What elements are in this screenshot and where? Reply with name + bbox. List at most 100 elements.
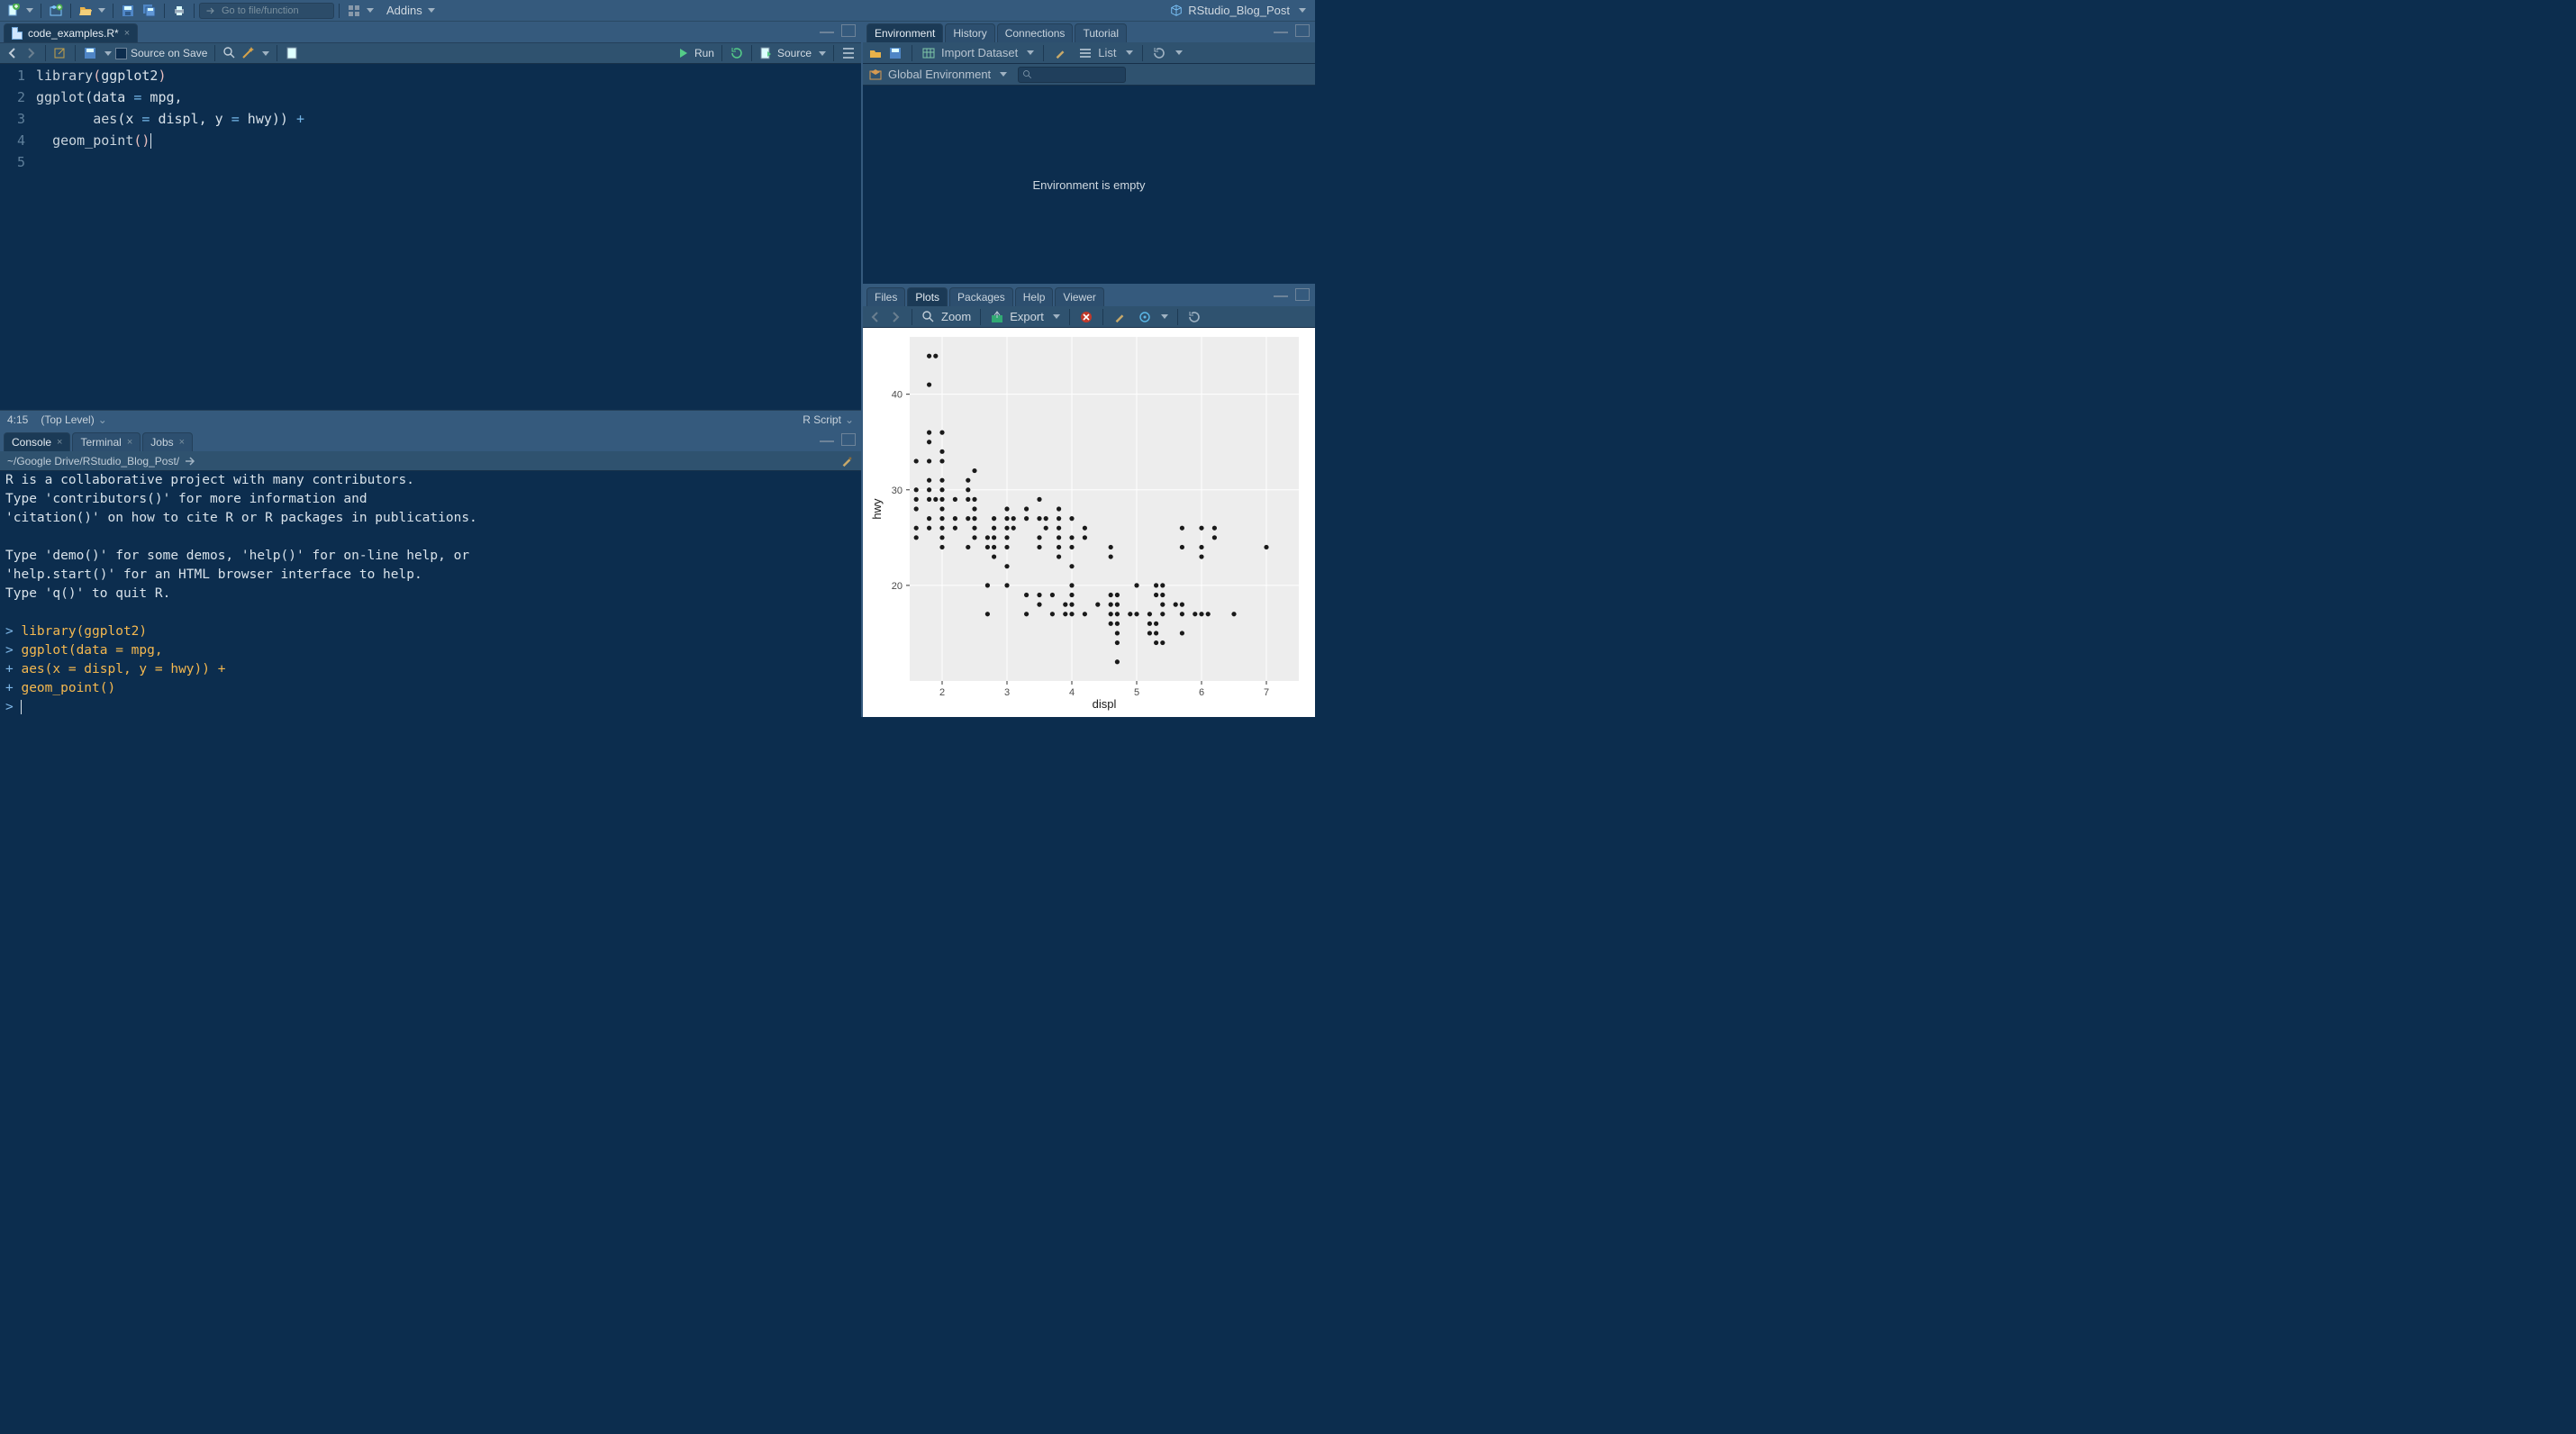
tab-help[interactable]: Help [1015,287,1054,306]
close-tab-icon[interactable]: × [57,437,62,448]
find-icon[interactable] [222,46,237,60]
tab-jobs[interactable]: Jobs× [142,432,193,451]
minimize-pane-icon[interactable] [1274,288,1288,297]
save-workspace-icon[interactable] [888,46,903,60]
tab-files[interactable]: Files [866,287,905,306]
minimize-pane-icon[interactable] [820,24,834,33]
tab-connections[interactable]: Connections [997,23,1074,42]
close-tab-icon[interactable]: × [124,28,130,39]
clear-plots-icon[interactable] [1112,310,1127,324]
refresh-env-icon[interactable] [1152,46,1166,60]
run-button[interactable]: Run [694,47,714,59]
next-plot-icon[interactable] [888,310,903,324]
tab-history[interactable]: History [945,23,994,42]
console-tabbar: Console×Terminal×Jobs× [0,431,861,451]
re-run-icon[interactable] [730,46,744,60]
import-dataset-icon[interactable] [921,46,936,60]
goto-file-input[interactable]: Go to file/function [199,3,334,19]
open-dir-icon[interactable] [183,454,197,468]
forward-icon[interactable] [23,46,38,60]
svg-text:hwy: hwy [870,498,884,520]
r-file-icon [12,27,23,40]
show-in-new-icon[interactable] [53,46,68,60]
plots-tabbar: FilesPlotsPackagesHelpViewer [863,286,1315,306]
addins-menu[interactable]: Addins [384,3,438,18]
svg-text:3: 3 [1004,687,1010,698]
maximize-pane-icon[interactable] [1295,288,1310,301]
close-tab-icon[interactable]: × [127,437,132,448]
list-view-icon[interactable] [1078,46,1093,60]
wand-icon[interactable] [240,46,255,60]
outline-icon[interactable] [841,46,856,60]
source-on-save-label: Source on Save [131,47,207,59]
open-file-button[interactable] [76,3,108,19]
tab-viewer[interactable]: Viewer [1055,287,1103,306]
caret-icon [26,8,33,13]
svg-text:20: 20 [892,581,903,592]
source-on-save-checkbox[interactable] [115,48,127,59]
console-output[interactable]: R is a collaborative project with many c… [0,471,861,717]
export-button[interactable]: Export [1010,310,1044,323]
env-search-input[interactable] [1018,67,1126,83]
save-all-button[interactable] [140,3,159,19]
source-button[interactable]: Source [777,47,812,59]
source-tab[interactable]: code_examples.R* × [4,23,138,42]
maximize-pane-icon[interactable] [1295,24,1310,37]
plot-toolbar: Zoom Export [863,306,1315,328]
tab-tutorial[interactable]: Tutorial [1075,23,1127,42]
minimize-pane-icon[interactable] [1274,24,1288,33]
save-button[interactable] [118,3,138,19]
env-scope-bar: Global Environment [863,64,1315,86]
clear-console-icon[interactable] [839,454,854,468]
svg-text:4: 4 [1069,687,1075,698]
plot-canvas: 234567203040displhwy [868,331,1310,713]
project-icon [1170,5,1183,17]
export-icon[interactable] [990,310,1004,324]
publish-icon[interactable] [1138,310,1152,324]
close-tab-icon[interactable]: × [179,437,185,448]
list-view-button[interactable]: List [1098,46,1116,59]
lang-label[interactable]: R Script [803,413,841,426]
project-menu[interactable]: RStudio_Blog_Post [1170,4,1311,17]
clear-env-icon[interactable] [1053,46,1067,60]
svg-text:30: 30 [892,486,903,496]
prev-plot-icon[interactable] [868,310,883,324]
tab-environment[interactable]: Environment [866,23,943,42]
maximize-pane-icon[interactable] [841,24,856,37]
tab-plots[interactable]: Plots [907,287,948,306]
scope-label[interactable]: (Top Level) [41,413,94,426]
console-path-bar: ~/Google Drive/RStudio_Blog_Post/ [0,451,861,471]
tab-terminal[interactable]: Terminal× [72,432,141,451]
compile-report-icon[interactable] [285,46,299,60]
tab-packages[interactable]: Packages [949,287,1013,306]
back-icon[interactable] [5,46,20,60]
minimize-pane-icon[interactable] [820,433,834,442]
cursor-pos: 4:15 [7,413,28,426]
zoom-icon[interactable] [921,310,936,324]
run-icon[interactable] [676,46,691,60]
source-script-icon[interactable] [759,46,774,60]
new-project-button[interactable] [46,3,66,19]
svg-text:2: 2 [939,687,945,698]
remove-plot-icon[interactable] [1079,310,1093,324]
source-statusbar: 4:15 (Top Level) ⌄ R Script ⌄ [0,410,861,429]
svg-text:displ: displ [1093,697,1117,711]
arrow-icon [205,5,216,16]
print-button[interactable] [169,3,189,19]
working-dir: ~/Google Drive/RStudio_Blog_Post/ [7,455,179,467]
refresh-plot-icon[interactable] [1187,310,1202,324]
tab-console[interactable]: Console× [4,432,70,451]
grid-button[interactable] [344,3,376,19]
source-editor[interactable]: 1library(ggplot2)2ggplot(data = mpg,3 ae… [0,64,861,410]
env-tabbar: EnvironmentHistoryConnectionsTutorial [863,22,1315,42]
env-empty-text: Environment is empty [863,86,1315,284]
search-icon [1022,69,1033,80]
zoom-button[interactable]: Zoom [941,310,971,323]
save-source-icon[interactable] [83,46,97,60]
scope-button[interactable]: Global Environment [888,68,991,81]
load-workspace-icon[interactable] [868,46,883,60]
new-file-button[interactable] [4,3,36,19]
import-dataset-button[interactable]: Import Dataset [941,46,1018,59]
maximize-pane-icon[interactable] [841,433,856,446]
console-pane: Console×Terminal×Jobs× ~/Google Drive/RS… [0,429,861,717]
